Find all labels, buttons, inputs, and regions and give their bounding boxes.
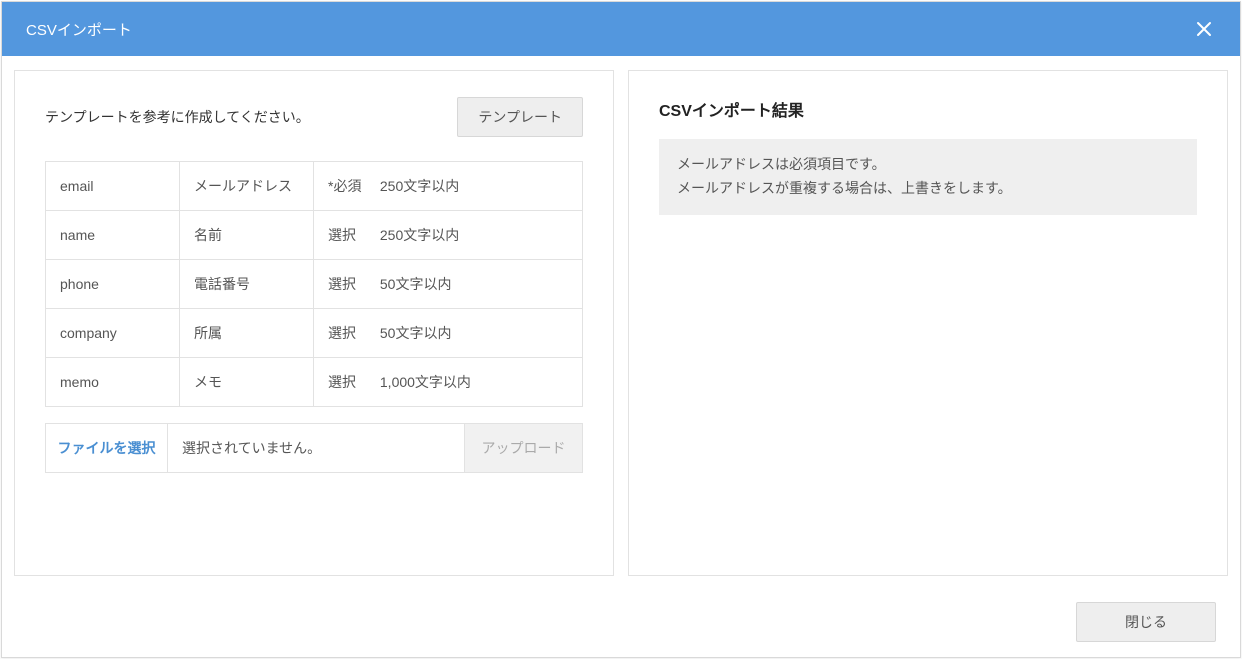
table-row: email メールアドレス *必須 250文字以内	[46, 162, 583, 211]
upload-button[interactable]: アップロード	[465, 424, 582, 472]
csv-import-modal: CSVインポート テンプレートを参考に作成してください。 テンプレート emai…	[1, 1, 1241, 658]
template-panel-header: テンプレートを参考に作成してください。 テンプレート	[45, 97, 583, 137]
modal-title: CSVインポート	[26, 19, 132, 40]
table-row: memo メモ 選択 1,000文字以内	[46, 358, 583, 407]
result-message-line: メールアドレスが重複する場合は、上書きをします。	[677, 177, 1179, 201]
fields-table: email メールアドレス *必須 250文字以内 name 名前 選択 250…	[45, 161, 583, 407]
file-upload-cell: アップロード	[464, 424, 582, 472]
table-row: company 所属 選択 50文字以内	[46, 309, 583, 358]
table-row: name 名前 選択 250文字以内	[46, 211, 583, 260]
field-label: 名前	[180, 211, 314, 260]
field-key: email	[46, 162, 180, 211]
field-limit: 250文字以内	[380, 178, 459, 194]
field-rule: 選択 50文字以内	[314, 260, 583, 309]
field-label: メモ	[180, 358, 314, 407]
field-required: 選択	[328, 323, 376, 343]
field-limit: 50文字以内	[380, 276, 452, 292]
close-icon[interactable]	[1192, 17, 1216, 41]
field-rule: 選択 1,000文字以内	[314, 358, 583, 407]
close-button[interactable]: 閉じる	[1076, 602, 1216, 642]
instruction-text: テンプレートを参考に作成してください。	[45, 107, 310, 127]
field-required: 選択	[328, 372, 376, 392]
field-rule: *必須 250文字以内	[314, 162, 583, 211]
template-button[interactable]: テンプレート	[457, 97, 583, 137]
file-status-text: 選択されていません。	[168, 424, 464, 472]
result-message-box: メールアドレスは必須項目です。 メールアドレスが重複する場合は、上書きをします。	[659, 139, 1197, 215]
result-panel: CSVインポート結果 メールアドレスは必須項目です。 メールアドレスが重複する場…	[628, 70, 1228, 576]
field-rule: 選択 250文字以内	[314, 211, 583, 260]
field-limit: 250文字以内	[380, 227, 459, 243]
field-required: 選択	[328, 225, 376, 245]
field-key: company	[46, 309, 180, 358]
result-title: CSVインポート結果	[659, 97, 1197, 121]
modal-header: CSVインポート	[2, 2, 1240, 56]
field-key: phone	[46, 260, 180, 309]
field-required: 選択	[328, 274, 376, 294]
field-limit: 1,000文字以内	[380, 374, 471, 390]
table-row: phone 電話番号 選択 50文字以内	[46, 260, 583, 309]
field-key: memo	[46, 358, 180, 407]
modal-body: テンプレートを参考に作成してください。 テンプレート email メールアドレス…	[2, 56, 1240, 587]
field-label: メールアドレス	[180, 162, 314, 211]
file-select-button[interactable]: ファイルを選択	[46, 424, 168, 472]
field-label: 電話番号	[180, 260, 314, 309]
modal-footer: 閉じる	[2, 587, 1240, 657]
field-rule: 選択 50文字以内	[314, 309, 583, 358]
result-message-line: メールアドレスは必須項目です。	[677, 153, 1179, 177]
field-key: name	[46, 211, 180, 260]
template-panel: テンプレートを参考に作成してください。 テンプレート email メールアドレス…	[14, 70, 614, 576]
field-limit: 50文字以内	[380, 325, 452, 341]
field-required: *必須	[328, 176, 376, 196]
file-picker-row: ファイルを選択 選択されていません。 アップロード	[45, 423, 583, 473]
field-label: 所属	[180, 309, 314, 358]
